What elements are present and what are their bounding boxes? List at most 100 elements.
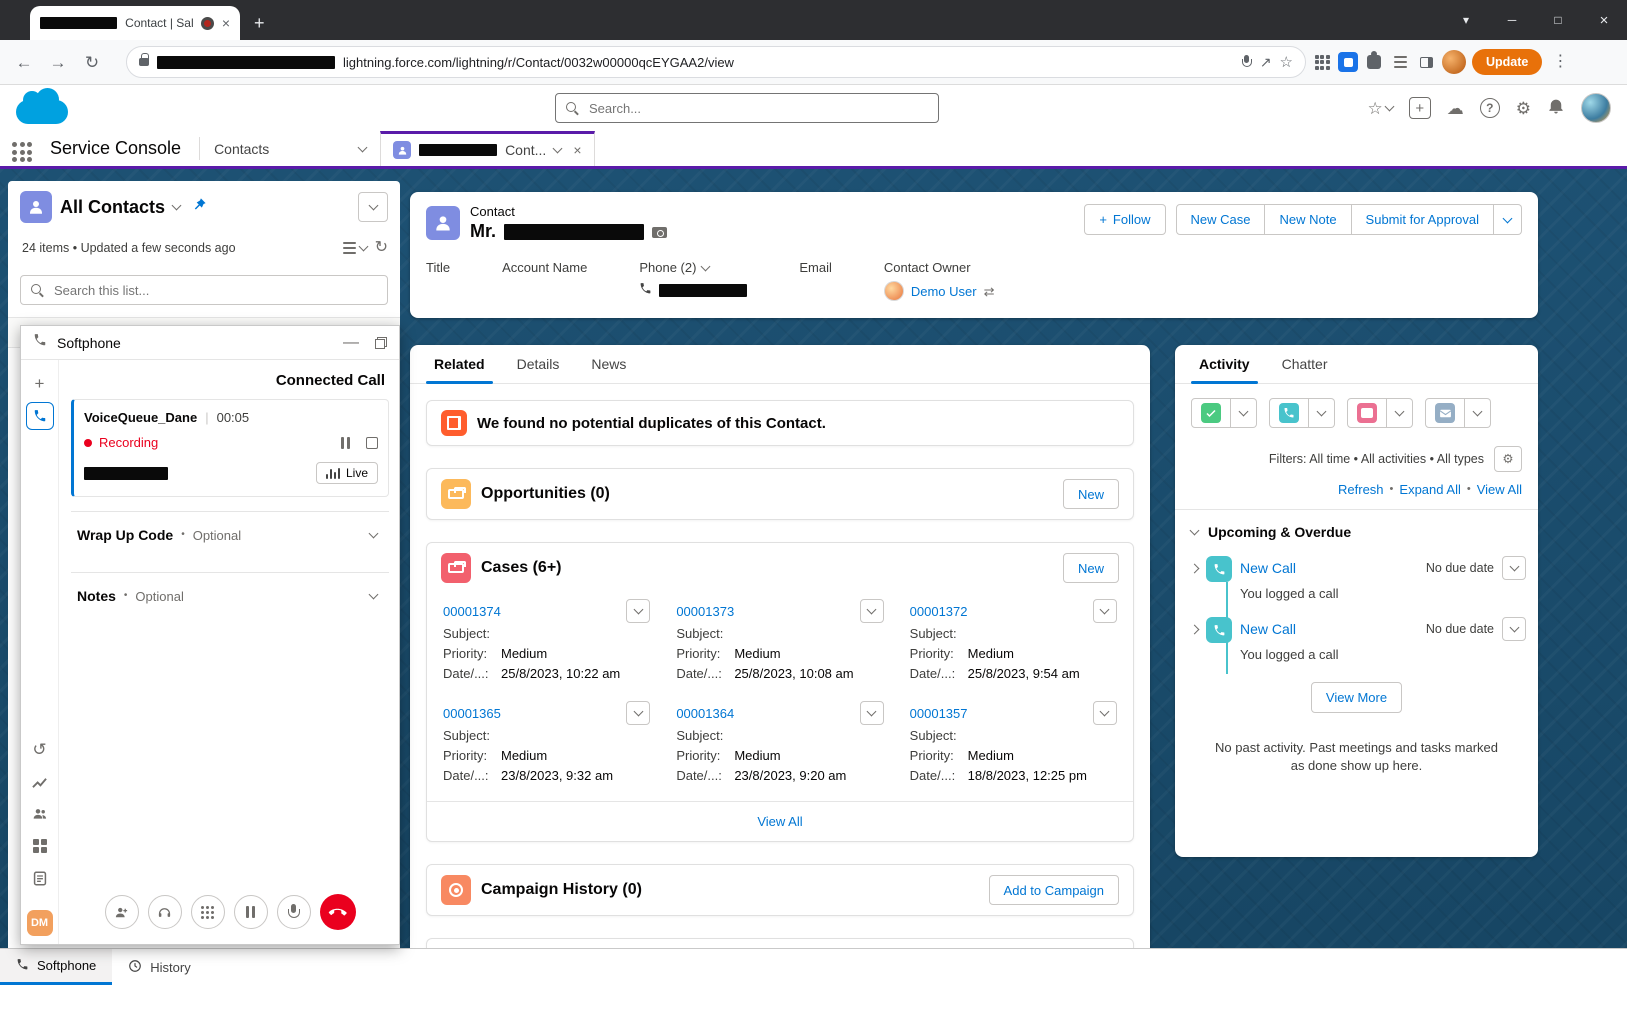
softphone-header[interactable]: Softphone —	[21, 326, 399, 360]
upcoming-overdue-section[interactable]: Upcoming & Overdue	[1175, 510, 1538, 544]
case-number-link[interactable]: 00001374	[443, 604, 501, 619]
agent-avatar[interactable]: DM	[27, 910, 53, 936]
history-icon[interactable]: ↺	[26, 736, 54, 764]
extension-icon[interactable]	[1390, 52, 1410, 72]
chevron-down-icon[interactable]	[172, 201, 182, 211]
new-tab-button[interactable]: +	[254, 14, 265, 32]
reload-icon[interactable]: ↻	[78, 48, 106, 76]
campaign-title[interactable]: Campaign History (0)	[481, 881, 642, 899]
hold-pause-icon[interactable]	[234, 895, 268, 929]
popout-icon[interactable]	[375, 337, 387, 349]
tab-details[interactable]: Details	[501, 345, 576, 383]
add-participant-icon[interactable]	[105, 895, 139, 929]
global-search-input[interactable]	[587, 100, 928, 117]
case-actions-button[interactable]	[860, 599, 884, 623]
case-number-link[interactable]: 00001372	[910, 604, 968, 619]
notes-icon[interactable]	[26, 864, 54, 892]
photo-icon[interactable]	[652, 227, 667, 238]
pin-icon[interactable]	[192, 197, 207, 217]
refresh-icon[interactable]: ↻	[375, 240, 388, 256]
bookmark-star-icon[interactable]: ☆	[1280, 55, 1293, 70]
case-actions-button[interactable]	[1093, 599, 1117, 623]
case-number-link[interactable]: 00001364	[676, 706, 734, 721]
list-search-box[interactable]	[20, 275, 388, 305]
kebab-menu-icon[interactable]: ⋮	[1548, 54, 1572, 70]
forward-icon[interactable]: →	[44, 48, 72, 76]
close-tab-icon[interactable]: ×	[573, 143, 581, 157]
active-call-card[interactable]: VoiceQueue_Dane | 00:05 Recording	[71, 399, 389, 497]
extension-icon[interactable]	[1312, 52, 1332, 72]
tab-search-icon[interactable]: ▾	[1443, 14, 1489, 26]
global-search[interactable]	[555, 93, 939, 123]
expand-chevron-icon[interactable]	[1190, 625, 1200, 635]
pause-recording-icon[interactable]	[341, 437, 350, 449]
case-number-link[interactable]: 00001373	[676, 604, 734, 619]
list-view-controls-button[interactable]	[358, 192, 388, 222]
extensions-puzzle-icon[interactable]	[1364, 52, 1384, 72]
case-number-link[interactable]: 00001365	[443, 706, 501, 721]
email-button[interactable]	[1425, 398, 1491, 428]
quick-create-icon[interactable]: +	[1409, 97, 1431, 119]
refresh-link[interactable]: Refresh	[1338, 482, 1384, 497]
activity-settings-gear-icon[interactable]: ⚙	[1494, 446, 1522, 472]
back-icon[interactable]: ←	[10, 48, 38, 76]
contacts-people-icon[interactable]	[26, 800, 54, 828]
extension-icon[interactable]	[1338, 52, 1358, 72]
change-owner-icon[interactable]: ⇄	[984, 285, 995, 298]
side-panel-icon[interactable]	[1416, 52, 1436, 72]
mute-mic-icon[interactable]	[277, 895, 311, 929]
tab-news[interactable]: News	[575, 345, 642, 383]
add-to-campaign-button[interactable]: Add to Campaign	[989, 875, 1119, 905]
list-search-input[interactable]	[52, 282, 377, 299]
user-avatar[interactable]	[1581, 93, 1611, 123]
upload-cloud-icon[interactable]: ☁	[1447, 100, 1464, 117]
case-number-link[interactable]: 00001357	[910, 706, 968, 721]
browser-tab[interactable]: Contact | Sal ×	[30, 6, 240, 40]
owner-link[interactable]: Demo User	[911, 284, 977, 299]
timeline-item-link[interactable]: New Call	[1240, 560, 1296, 576]
wrap-up-code-section[interactable]: Wrap Up Code • Optional	[71, 511, 389, 558]
window-maximize-icon[interactable]: □	[1535, 14, 1581, 26]
nav-tab-contact-record[interactable]: Cont... ×	[380, 131, 594, 166]
new-opportunity-button[interactable]: New	[1063, 479, 1119, 509]
end-call-button[interactable]	[320, 894, 356, 930]
metrics-chart-icon[interactable]	[26, 768, 54, 796]
window-minimize-icon[interactable]: ─	[1489, 14, 1535, 26]
setup-gear-icon[interactable]: ⚙	[1516, 100, 1531, 117]
tab-chatter[interactable]: Chatter	[1266, 345, 1344, 383]
utility-history-tab[interactable]: History	[112, 949, 206, 985]
notifications-bell-icon[interactable]	[1547, 97, 1565, 120]
notes-section[interactable]: Notes • Optional	[71, 572, 389, 619]
live-badge[interactable]: Live	[316, 462, 378, 484]
cases-title[interactable]: Cases (6+)	[481, 559, 562, 577]
chevron-down-icon[interactable]	[701, 261, 711, 271]
chevron-down-icon[interactable]	[553, 144, 563, 154]
view-more-button[interactable]: View More	[1311, 682, 1402, 713]
utility-softphone-tab[interactable]: Softphone	[0, 949, 112, 985]
dialpad-icon[interactable]	[191, 895, 225, 929]
new-event-button[interactable]	[1347, 398, 1413, 428]
window-close-icon[interactable]: ×	[1581, 13, 1627, 28]
new-case-button[interactable]: New	[1063, 553, 1119, 583]
more-actions-button[interactable]	[1494, 204, 1522, 235]
new-task-button[interactable]	[1191, 398, 1257, 428]
active-call-phone-icon[interactable]	[26, 402, 54, 430]
help-icon[interactable]: ?	[1480, 98, 1500, 118]
expand-all-link[interactable]: Expand All	[1399, 482, 1460, 497]
agent-headset-icon[interactable]	[148, 895, 182, 929]
add-call-icon[interactable]: +	[26, 370, 54, 398]
new-note-button[interactable]: New Note	[1265, 204, 1351, 235]
view-all-link[interactable]: View All	[1477, 482, 1522, 497]
timeline-item-actions-button[interactable]	[1502, 617, 1526, 641]
submit-for-approval-button[interactable]: Submit for Approval	[1352, 204, 1494, 235]
timeline-item-actions-button[interactable]	[1502, 556, 1526, 580]
new-case-button[interactable]: New Case	[1176, 204, 1266, 235]
tab-activity[interactable]: Activity	[1183, 345, 1266, 383]
browser-profile-avatar[interactable]	[1442, 50, 1466, 74]
cases-view-all-link[interactable]: View All	[757, 814, 802, 829]
timeline-item-link[interactable]: New Call	[1240, 621, 1296, 637]
chevron-down-icon[interactable]	[1384, 102, 1394, 112]
app-launcher-icon[interactable]	[12, 142, 32, 166]
share-icon[interactable]: ↗	[1260, 55, 1272, 69]
favorites-star-icon[interactable]: ☆	[1368, 100, 1383, 117]
